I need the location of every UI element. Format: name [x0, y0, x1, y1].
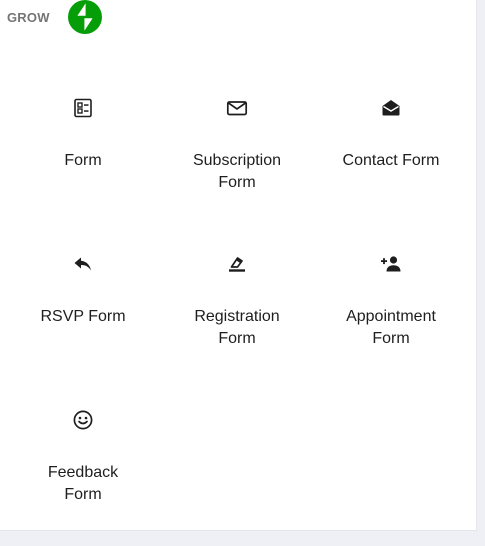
smiley-icon — [71, 408, 95, 432]
block-rsvp-form[interactable]: RSVP Form — [6, 234, 160, 390]
form-icon — [71, 96, 95, 120]
block-appointment-form[interactable]: Appointment Form — [314, 234, 468, 390]
eraser-pen-icon — [225, 252, 249, 276]
envelope-icon — [225, 96, 249, 120]
block-label: Subscription Form — [192, 152, 282, 191]
block-form[interactable]: Form — [6, 78, 160, 234]
block-contact-form[interactable]: Contact Form — [314, 78, 468, 234]
block-label: Form — [64, 152, 102, 169]
block-inserter-panel: GROW Form Subscription Form Contact Form… — [0, 0, 477, 531]
add-person-icon — [379, 252, 403, 276]
block-registration-form[interactable]: Registration Form — [160, 234, 314, 390]
block-label: Feedback Form — [47, 464, 119, 503]
block-grid: Form Subscription Form Contact Form RSVP… — [6, 78, 468, 546]
block-label: RSVP Form — [40, 308, 126, 325]
block-subscription-form[interactable]: Subscription Form — [160, 78, 314, 234]
reply-arrow-icon — [71, 252, 95, 276]
block-feedback-form[interactable]: Feedback Form — [6, 390, 160, 546]
block-label: Appointment Form — [346, 308, 436, 347]
block-label: Registration Form — [194, 308, 280, 347]
block-label: Contact Form — [342, 152, 440, 169]
category-title: GROW — [7, 9, 50, 25]
category-header: GROW — [7, 0, 102, 34]
jetpack-bolt-icon — [67, 0, 102, 34]
open-envelope-icon — [379, 96, 403, 120]
